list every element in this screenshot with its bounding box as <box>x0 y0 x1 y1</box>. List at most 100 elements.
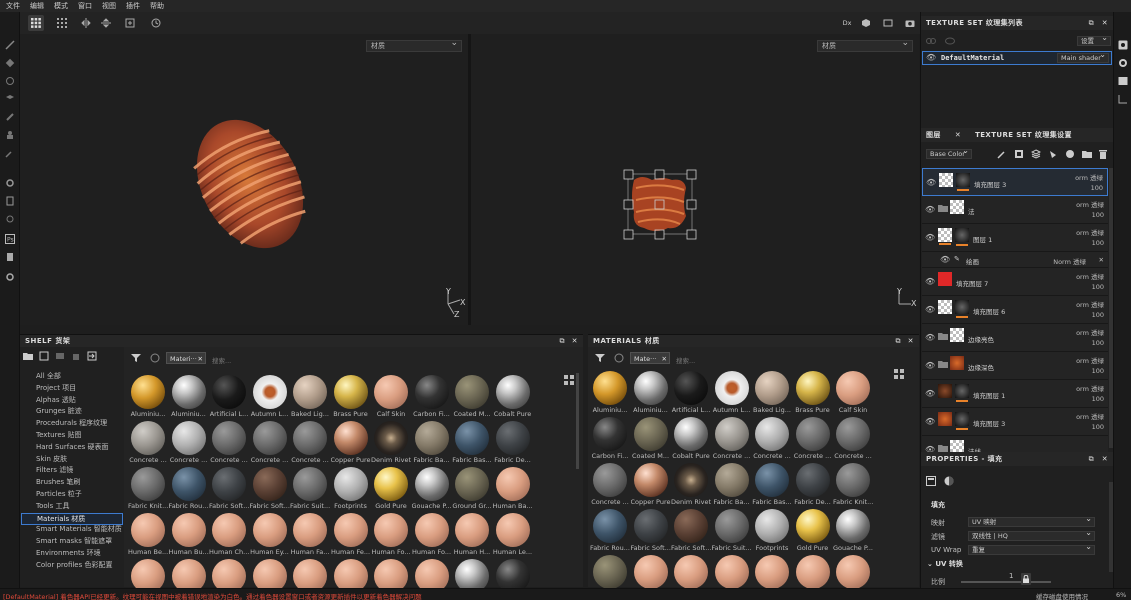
export-icon[interactable] <box>5 252 15 262</box>
shelf-scrollbar[interactable] <box>576 373 579 469</box>
material-tile[interactable]: Fabric De... <box>493 421 533 467</box>
material-tile[interactable]: Fabric Ba... <box>412 421 452 467</box>
materials-filter-icon[interactable] <box>595 353 605 363</box>
category-item[interactable]: Smart masks 智能遮罩 <box>36 536 112 546</box>
viewport-channel-select[interactable]: 材质 <box>366 38 462 52</box>
layer-blend[interactable]: orm 透绿 <box>1076 411 1104 421</box>
gear-icon[interactable] <box>5 214 15 224</box>
paint-brush-icon[interactable] <box>5 40 15 50</box>
layer-row[interactable]: 👁 边缘深色 orm 透绿 100 <box>922 352 1108 380</box>
material-tile[interactable]: Denim Rivet <box>671 463 711 509</box>
folder-icon[interactable] <box>938 332 948 340</box>
material-tile[interactable]: Fabric Knit... <box>128 467 168 513</box>
eraser-icon[interactable] <box>5 58 15 68</box>
material-tile[interactable]: Fabric Suit... <box>712 509 752 555</box>
tab-layers[interactable]: 图层 <box>926 128 941 142</box>
material-tile[interactable]: Concrete ... <box>752 417 792 463</box>
symmetry-x-button[interactable] <box>78 15 94 31</box>
material-tile[interactable]: Concrete ... <box>590 463 630 509</box>
category-item[interactable]: Brushes 笔刷 <box>36 477 80 487</box>
materials-popout-icon[interactable]: ⧉ <box>896 337 902 346</box>
property-select[interactable]: 重复 <box>968 543 1095 555</box>
material-tile[interactable]: Fabric Bas... <box>752 463 792 509</box>
picker-icon[interactable] <box>5 148 15 158</box>
property-select[interactable]: 双线性 | HQ <box>968 529 1095 541</box>
grid-view-button[interactable] <box>28 15 44 31</box>
visibility-icon[interactable] <box>945 37 955 45</box>
material-tile[interactable]: Autumn L... <box>250 375 290 421</box>
photoshop-icon[interactable]: Ps <box>5 234 15 244</box>
texture-set-close-icon[interactable]: ✕ <box>1102 16 1108 30</box>
material-tile[interactable]: Aluminiu... <box>590 371 630 417</box>
category-item[interactable]: Hard Surfaces 硬表面 <box>36 442 109 452</box>
viewer-settings-icon[interactable] <box>1118 76 1128 86</box>
material-tile[interactable]: Carbon Fi... <box>412 375 452 421</box>
layer-remove-icon[interactable]: ✕ <box>1099 256 1104 264</box>
material-tile[interactable]: Brass Pure <box>793 371 833 417</box>
shelf-close-icon[interactable]: ✕ <box>572 337 578 345</box>
layer-row[interactable]: 👁 ✎ 绘画 Norm 透绿 ✕ <box>922 252 1108 268</box>
link-icon[interactable] <box>926 37 936 45</box>
eye-icon[interactable]: 👁 <box>925 233 935 242</box>
material-tile[interactable]: Concrete ... <box>128 421 168 467</box>
tab-layers-close-icon[interactable]: ✕ <box>955 128 961 142</box>
clone-icon[interactable] <box>5 130 15 140</box>
layer-row[interactable]: 👁 填充图层 7 orm 透绿 100 <box>922 268 1108 296</box>
history-button[interactable] <box>148 15 164 31</box>
layer-opacity[interactable]: 100 <box>1092 423 1104 431</box>
material-tile[interactable]: Aluminiu... <box>169 375 209 421</box>
texture-set-dock-icon[interactable] <box>1118 40 1128 50</box>
material-tile[interactable]: Concrete ... <box>250 421 290 467</box>
material-tile[interactable]: Baked Lig... <box>290 375 330 421</box>
material-tile[interactable]: Concrete ... <box>169 421 209 467</box>
material-tile[interactable]: Human Ba... <box>493 467 533 513</box>
layer-thumbnail[interactable] <box>938 300 952 314</box>
layer-opacity[interactable]: 100 <box>1092 395 1104 403</box>
material-tile[interactable]: Brass Pure <box>331 375 371 421</box>
layer-row[interactable]: 👁 填充图层 6 orm 透绿 100 <box>922 296 1108 324</box>
layer-thumbnail[interactable] <box>938 228 952 242</box>
material-tile[interactable]: Cobalt Pure <box>493 375 533 421</box>
add-mask-icon[interactable] <box>1014 149 1024 159</box>
preferences-icon[interactable] <box>5 272 15 282</box>
material-tile[interactable]: Fabric Soft... <box>209 467 249 513</box>
material-tile[interactable]: Fabric Rou... <box>590 509 630 555</box>
layer-mask-thumbnail[interactable] <box>955 384 969 398</box>
menu-item-4[interactable]: 视图 <box>102 1 116 11</box>
trash-icon[interactable] <box>71 351 81 361</box>
material-tile[interactable]: Fabric Soft... <box>250 467 290 513</box>
3d-viewport[interactable]: 材质 ⌄ Y X Z <box>20 34 468 325</box>
material-tile[interactable]: Fabric Soft... <box>631 509 671 555</box>
fill-properties-icon[interactable] <box>926 476 936 486</box>
menu-item-2[interactable]: 模式 <box>54 1 68 11</box>
materials-close-icon[interactable]: ✕ <box>908 337 914 345</box>
material-tile[interactable]: Concrete ... <box>290 421 330 467</box>
layer-opacity[interactable]: 100 <box>1091 184 1103 192</box>
material-tile[interactable]: Human Fe... <box>331 513 371 559</box>
material-tile[interactable]: Fabric Suit... <box>290 467 330 513</box>
material-tile[interactable]: Artificial L... <box>671 371 711 417</box>
material-tile[interactable]: Gouache P... <box>833 509 873 555</box>
layer-opacity[interactable]: 100 <box>1092 211 1104 219</box>
layer-blend[interactable]: orm 透绿 <box>1076 355 1104 365</box>
tag-remove-icon[interactable]: ✕ <box>198 353 203 365</box>
eye-icon[interactable]: 👁 <box>926 178 936 187</box>
texture-set-settings-select[interactable]: 设置 <box>1077 34 1111 46</box>
material-tile[interactable]: Cobalt Pure <box>671 417 711 463</box>
material-tile[interactable]: Human Ey... <box>250 513 290 559</box>
folder-icon[interactable] <box>938 204 948 212</box>
layer-opacity[interactable]: 100 <box>1092 311 1104 319</box>
material-tile[interactable]: Coated M... <box>631 417 671 463</box>
material-tile[interactable]: Fabric Knit... <box>833 463 873 509</box>
material-tile[interactable]: Concrete ... <box>209 421 249 467</box>
materials-search-tag[interactable]: Mate··· ✕ <box>630 352 670 364</box>
material-tile[interactable]: Concrete ... <box>833 417 873 463</box>
thumbnail-size-icon[interactable] <box>564 375 574 385</box>
material-tile[interactable]: Calf Skin <box>833 371 873 417</box>
layer-row[interactable]: 👁 边缘亮色 orm 透绿 100 <box>922 324 1108 352</box>
layer-row[interactable]: 👁 法 orm 透绿 100 <box>922 196 1108 224</box>
layer-mask-thumbnail[interactable] <box>955 412 969 426</box>
layer-blend[interactable]: orm 透绿 <box>1076 383 1104 393</box>
material-tile[interactable]: Human Be... <box>128 513 168 559</box>
material-tile[interactable]: Gold Pure <box>371 467 411 513</box>
